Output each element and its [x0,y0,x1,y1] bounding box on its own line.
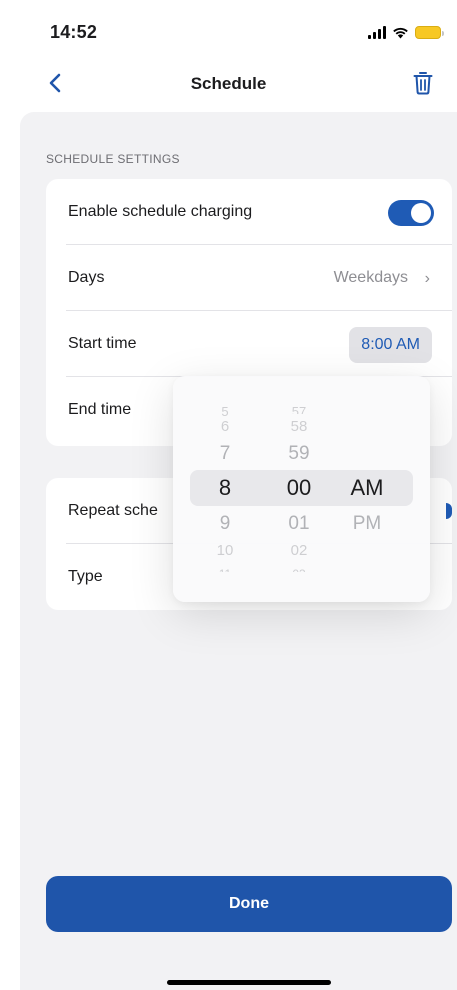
enable-schedule-row[interactable]: Enable schedule charging [66,179,452,245]
minute-option[interactable]: 03 [269,564,329,572]
enable-schedule-label: Enable schedule charging [68,203,253,220]
minute-option-selected[interactable]: 00 [269,477,329,499]
minute-option[interactable]: 58 [269,417,329,437]
hour-wheel[interactable]: 5 6 7 8 9 10 11 [195,376,255,602]
hour-option[interactable]: 6 [195,417,255,437]
hour-option[interactable]: 10 [195,541,255,561]
start-time-button[interactable]: 8:00 AM [349,327,432,363]
home-indicator [167,980,331,985]
minute-option[interactable]: 02 [269,541,329,561]
hour-option[interactable]: 11 [195,564,255,572]
period-option[interactable]: PM [337,514,397,534]
enable-schedule-toggle[interactable] [388,200,434,226]
status-icons [368,24,444,40]
days-label: Days [68,269,105,286]
hour-option[interactable]: 9 [195,514,255,534]
wifi-icon [393,27,408,38]
delete-button[interactable] [407,67,439,99]
days-value: Weekdays [333,269,408,286]
page-title: Schedule [190,74,267,93]
trash-icon [413,72,433,95]
minute-wheel[interactable]: 57 58 59 00 01 02 03 [269,376,329,602]
status-bar: 14:52 [0,0,457,60]
period-wheel[interactable]: AM PM [337,376,397,602]
repeat-schedule-toggle[interactable] [446,503,452,519]
battery-icon [415,25,444,39]
minute-option[interactable]: 01 [269,514,329,534]
done-button[interactable]: Done [46,876,452,932]
minute-option[interactable]: 57 [269,402,329,414]
status-time: 14:52 [50,22,98,42]
hour-option-selected[interactable]: 8 [195,477,255,499]
repeat-schedule-label: Repeat sche [68,502,158,519]
minute-option[interactable]: 59 [269,444,329,464]
end-time-label: End time [68,401,132,418]
period-option-selected[interactable]: AM [337,477,397,499]
start-time-row: Start time 8:00 AM [66,311,452,377]
toggle-knob [411,203,431,223]
signal-icon [368,25,386,39]
section-title: SCHEDULE SETTINGS [46,152,180,166]
type-label: Type [68,568,103,585]
start-time-label: Start time [68,335,137,352]
hour-option[interactable]: 7 [195,444,255,464]
days-row[interactable]: Days Weekdays › [66,245,452,311]
time-picker[interactable]: 5 6 7 8 9 10 11 57 58 59 00 01 02 03 AM … [173,376,430,602]
hour-option[interactable]: 5 [195,402,255,416]
chevron-right-icon: › [424,270,430,287]
nav-bar: Schedule [0,60,457,110]
